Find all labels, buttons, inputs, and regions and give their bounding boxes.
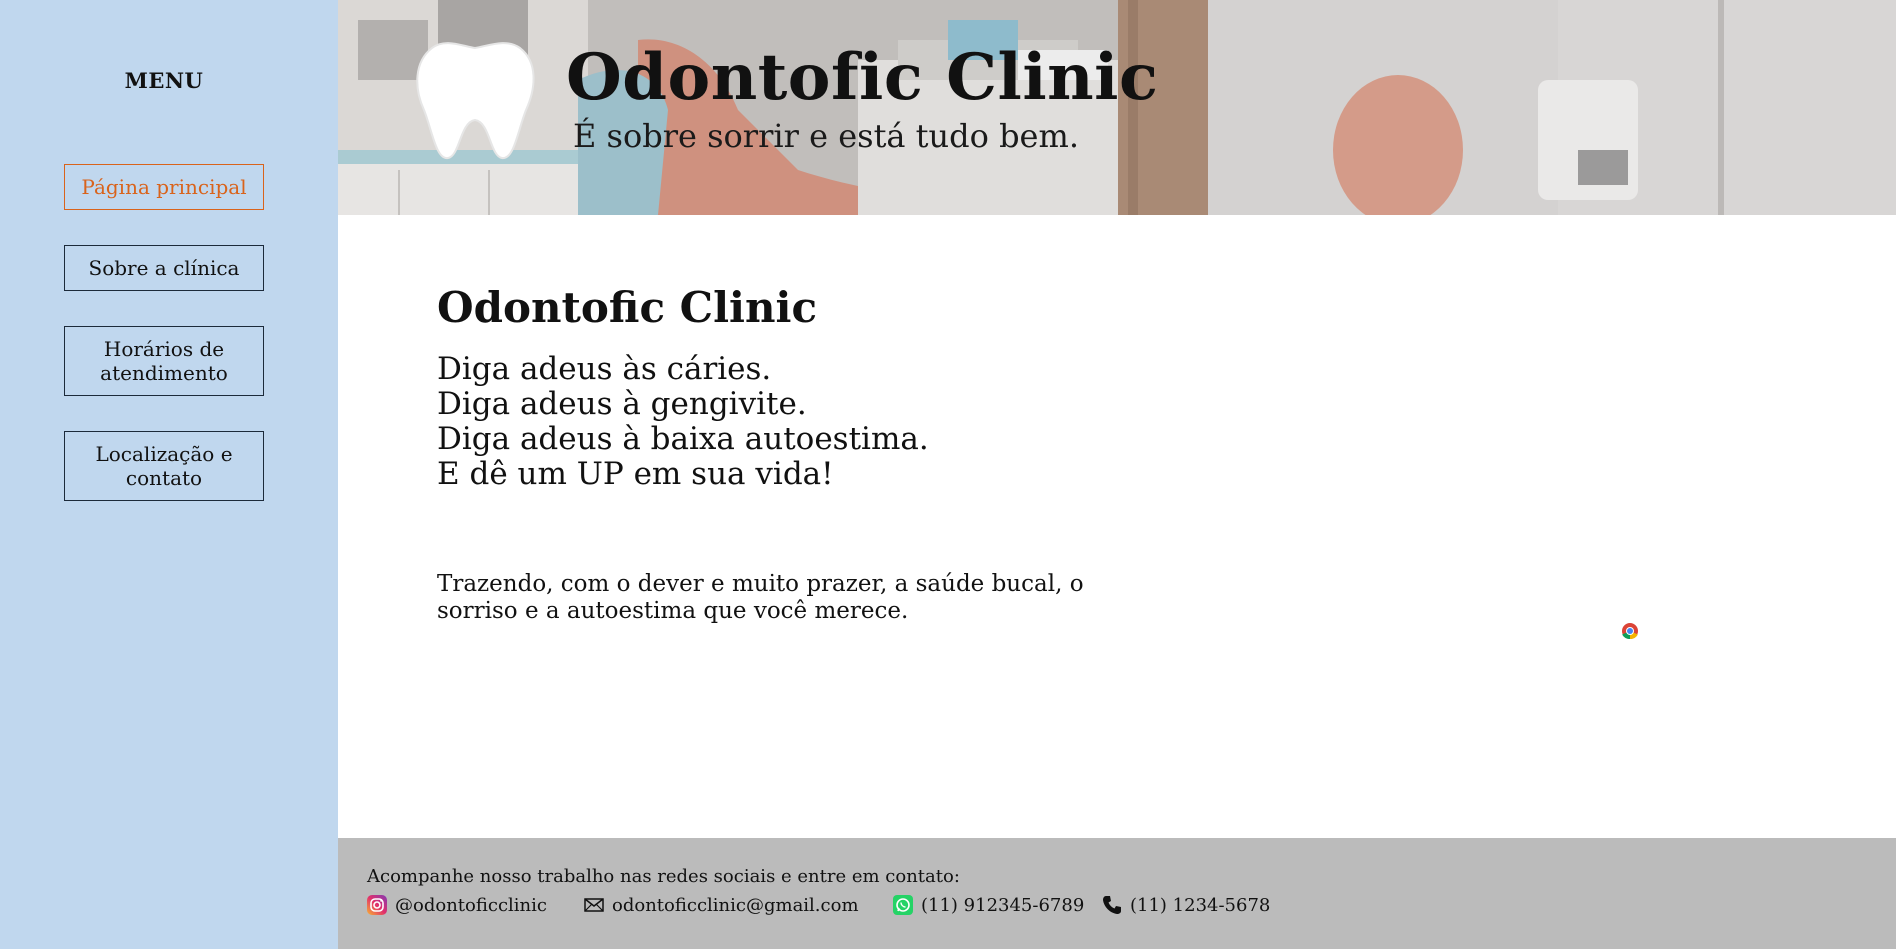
nav-location-button[interactable]: Localização e contato: [64, 431, 264, 501]
sidebar: MENU Página principal Sobre a clínica Ho…: [0, 0, 338, 949]
chrome-icon: [1622, 623, 1638, 640]
page-title: Odontofic Clinic: [437, 283, 818, 332]
instagram-link[interactable]: @odontoficclinic: [367, 892, 547, 918]
instagram-handle: @odontoficclinic: [395, 894, 547, 916]
header-banner: Odontofic Clinic É sobre sorrir e está t…: [338, 0, 1896, 215]
tagline-list: Diga adeus às cáries. Diga adeus à gengi…: [437, 352, 929, 492]
nav-home-label: Página principal: [81, 175, 247, 199]
menu-title: MENU: [124, 68, 204, 93]
phone-icon: [1103, 896, 1121, 914]
email-link[interactable]: odontoficclinic@gmail.com: [584, 892, 859, 918]
instagram-icon: [367, 895, 387, 915]
brand-subtitle: É sobre sorrir e está tudo bem.: [573, 117, 1079, 155]
tooth-logo-icon: [416, 42, 535, 159]
mission-text: Trazendo, com o dever e muito prazer, a …: [437, 571, 1084, 624]
email-address: odontoficclinic@gmail.com: [612, 894, 859, 916]
whatsapp-link[interactable]: (11) 912345-6789: [893, 892, 1084, 918]
footer-lead-text: Acompanhe nosso trabalho nas redes socia…: [367, 866, 960, 887]
nav-hours-button[interactable]: Horários de atendimento: [64, 326, 264, 396]
tagline: Diga adeus à gengivite.: [437, 386, 807, 422]
nav-home-button[interactable]: Página principal: [64, 164, 264, 210]
nav-location-label: Localização e contato: [95, 442, 233, 490]
nav-hours-label: Horários de atendimento: [100, 337, 228, 385]
phone-link[interactable]: (11) 1234-5678: [1102, 892, 1270, 918]
tagline: Diga adeus à baixa autoestima.: [437, 421, 929, 457]
whatsapp-icon: [893, 895, 913, 915]
tagline: E dê um UP em sua vida!: [437, 456, 834, 492]
tagline: Diga adeus às cáries.: [437, 351, 772, 387]
footer: Acompanhe nosso trabalho nas redes socia…: [338, 838, 1896, 949]
mail-icon: [584, 898, 604, 912]
nav-about-label: Sobre a clínica: [88, 256, 240, 280]
whatsapp-number: (11) 912345-6789: [921, 894, 1085, 916]
brand-title: Odontofic Clinic: [566, 40, 1159, 115]
phone-number: (11) 1234-5678: [1130, 894, 1271, 916]
nav-about-button[interactable]: Sobre a clínica: [64, 245, 264, 291]
